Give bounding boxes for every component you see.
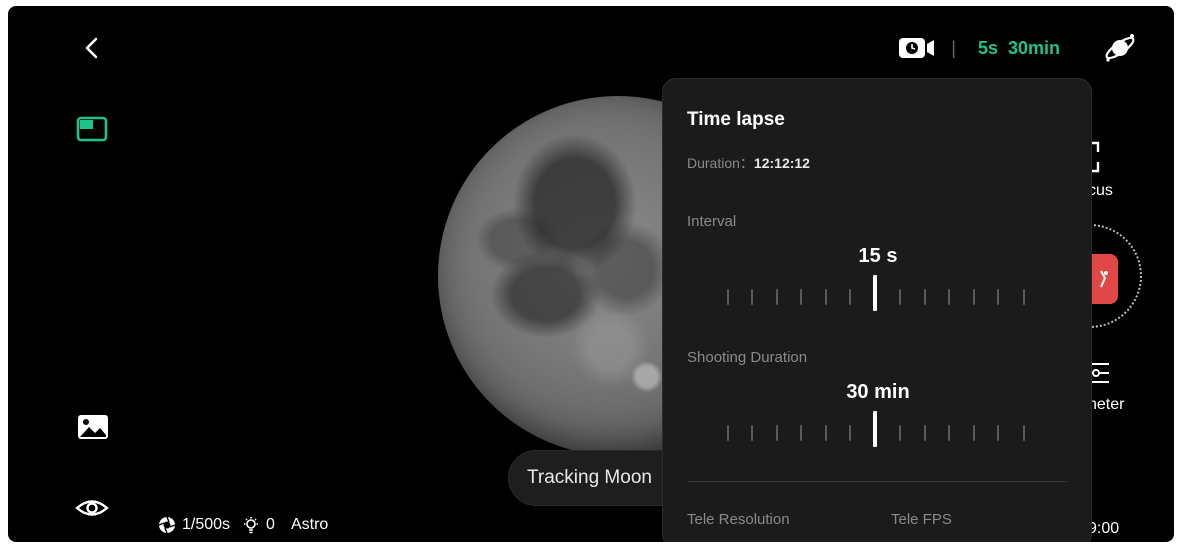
dial-tick <box>825 289 827 305</box>
dial-tick <box>849 425 851 441</box>
shutter-speed-value: 1/500s <box>182 516 231 533</box>
tracking-label: Tracking Moon <box>527 467 652 488</box>
duration-row: Duration：12:12:12 <box>687 153 810 173</box>
dial-tick <box>825 425 827 441</box>
back-chevron-icon[interactable] <box>78 34 106 62</box>
duration-value: 12:12:12 <box>753 155 810 171</box>
duration-label: Duration： <box>687 155 754 171</box>
shooting-duration-dial[interactable] <box>727 411 1033 447</box>
dial-tick <box>1023 425 1025 441</box>
dial-tick <box>997 425 999 441</box>
tele-resolution-label[interactable]: Tele Resolution <box>687 511 790 528</box>
dial-tick <box>899 425 901 441</box>
toolbar-separator: | <box>951 37 956 58</box>
shooting-duration-label: Shooting Duration <box>687 349 808 366</box>
dial-tick <box>727 425 729 441</box>
gallery-icon[interactable] <box>76 412 110 442</box>
timelapse-record-icon[interactable] <box>897 35 937 61</box>
picture-in-picture-icon[interactable] <box>76 116 108 142</box>
tele-fps-label[interactable]: Tele FPS <box>891 511 952 528</box>
dial-tick <box>727 289 729 305</box>
timelapse-summary[interactable]: 5s 30min <box>978 38 1060 59</box>
dial-tick <box>924 425 926 441</box>
remaining-time-label: 9:00 <box>1088 520 1120 537</box>
dial-tick <box>849 289 851 305</box>
dial-tick <box>751 289 753 305</box>
dial-tick <box>751 425 753 441</box>
dial-tick <box>924 289 926 305</box>
exposure-icon <box>242 516 260 534</box>
dial-tick <box>899 289 901 305</box>
aperture-icon <box>158 516 176 534</box>
dial-tick <box>973 425 975 441</box>
shooting-duration-dial-indicator <box>873 411 877 447</box>
panel-title: Time lapse <box>687 109 785 130</box>
interval-dial[interactable] <box>727 275 1033 311</box>
timelapse-interval-text: 5s <box>977 37 998 58</box>
dial-tick <box>948 425 950 441</box>
panel-divider <box>687 481 1067 482</box>
dial-tick <box>800 289 802 305</box>
interval-label: Interval <box>687 213 737 230</box>
dial-tick <box>997 289 999 305</box>
eye-icon[interactable] <box>74 494 110 522</box>
interval-value: 15 s <box>858 245 898 267</box>
astro-mode-icon[interactable] <box>1102 30 1138 66</box>
exposure-value: 0 <box>266 516 275 533</box>
dial-tick <box>948 289 950 305</box>
interval-dial-indicator <box>873 275 877 311</box>
shooting-duration-value: 30 min <box>846 381 910 403</box>
top-right-toolbar: | 5s 30min <box>897 32 1138 64</box>
timelapse-panel: Time lapse Duration：12:12:12 Interval 15… <box>662 78 1092 542</box>
dial-tick <box>973 289 975 305</box>
mode-label: Astro <box>290 516 329 533</box>
dial-tick <box>776 289 778 305</box>
timelapse-duration-text: 30min <box>1007 37 1060 58</box>
parameter-label: neter <box>1088 396 1125 413</box>
camera-screen: | 5s 30min 1/500s 0 Astro Tracking Moon … <box>8 6 1174 542</box>
camera-status-bar: 1/500s 0 Astro <box>158 516 328 534</box>
dial-tick <box>1023 289 1025 305</box>
dial-tick <box>776 425 778 441</box>
dial-tick <box>800 425 802 441</box>
